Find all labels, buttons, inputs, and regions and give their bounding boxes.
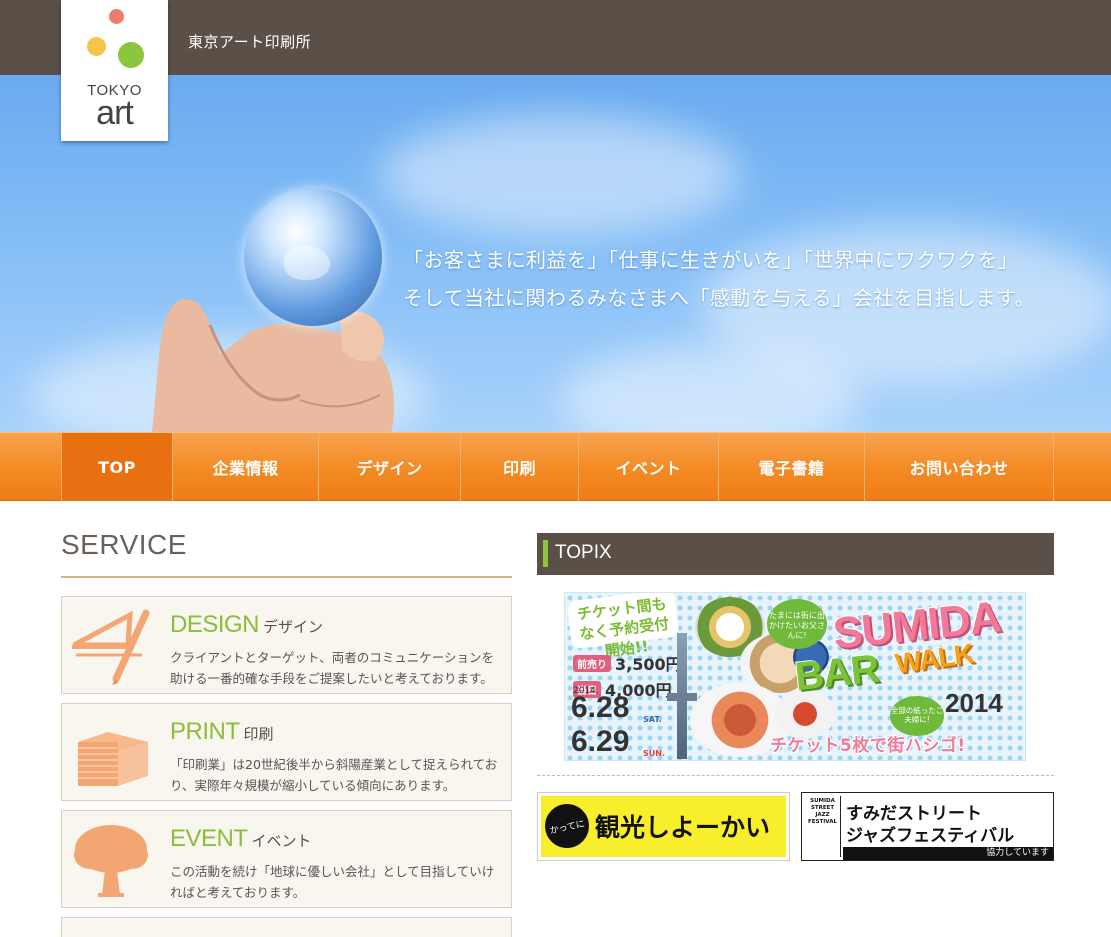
kanko-text: 観光しよーかい bbox=[595, 813, 771, 842]
service-card-title: PRINT 印刷 bbox=[170, 718, 274, 745]
nav-item-design[interactable]: デザイン bbox=[319, 433, 461, 501]
topix-header: TOPIX bbox=[537, 533, 1054, 575]
main-nav: TOP 企業情報 デザイン 印刷 イベント 電子書籍 お問い合わせ bbox=[0, 432, 1111, 501]
nav-item-top[interactable]: TOP bbox=[61, 433, 173, 501]
kanko-banner[interactable]: かってに 観光しよーかい bbox=[537, 792, 790, 861]
service-card-print[interactable]: PRINT 印刷 「印刷業」は20世紀後半から斜陽産業として捉えられており、実際年… bbox=[61, 703, 512, 801]
jazz-title-line2: ジャズフェスティバル bbox=[846, 826, 1015, 846]
jazz-side-logo: SUMIDA STREET JAZZ FESTIVAL bbox=[805, 796, 841, 857]
logo-green-dot-icon bbox=[118, 42, 144, 68]
design-tools-icon bbox=[72, 609, 150, 685]
service-divider bbox=[61, 576, 512, 578]
topix-accent-bar bbox=[543, 540, 548, 567]
paper-stack-icon bbox=[78, 732, 148, 786]
speech-bubble-2: 全部の紙ったご夫婦に! bbox=[890, 696, 944, 736]
service-card-desc: この活動を続け「地球に優しい会社」として目指していければと考えております。 bbox=[170, 864, 495, 900]
company-name: 東京アート印刷所 bbox=[188, 33, 312, 51]
jazz-footer: 協力しています bbox=[843, 847, 1053, 860]
bar-logo-text: BAR bbox=[792, 646, 881, 700]
globe-icon bbox=[244, 188, 382, 326]
cloud-icon bbox=[380, 115, 740, 235]
kanko-badge: かってに bbox=[540, 799, 594, 853]
sumida-bar-walk-banner[interactable]: チケット間もなく予約受付開始!! 前売り 3,500円 当日 4,000円 20… bbox=[564, 592, 1026, 761]
nav-item-ebook[interactable]: 電子書籍 bbox=[719, 433, 865, 501]
nav-item-print[interactable]: 印刷 bbox=[461, 433, 579, 501]
banner-tagline: チケット5枚で街ハシゴ! bbox=[770, 736, 966, 756]
logo-text-art: art bbox=[96, 94, 134, 132]
service-card-design[interactable]: DESIGN デザイン クライアントとターゲット、両者のコミュニケーションを助ける… bbox=[61, 596, 512, 694]
topix-divider bbox=[537, 775, 1054, 776]
nav-item-contact[interactable]: お問い合わせ bbox=[865, 433, 1054, 501]
hero-slogan-line1: 「お客さまに利益を」「仕事に生きがいを」「世界中にワクワクを」 bbox=[403, 248, 1019, 272]
topix-title: TOPIX bbox=[555, 542, 612, 563]
year-logo-text: 2014 bbox=[945, 688, 1003, 718]
service-card-desc: クライアントとターゲット、両者のコミュニケーションを助ける一番的確な手段をご提案… bbox=[170, 650, 495, 686]
event-date-2: 6.29 bbox=[571, 725, 630, 758]
service-card-title: EVENT イベント bbox=[170, 825, 312, 852]
service-card-desc: 「印刷業」は20世紀後半から斜陽産業として捉えられており、実際年々規模が縮小して… bbox=[170, 757, 498, 793]
event-day-1: SAT. bbox=[643, 715, 662, 724]
tree-icon bbox=[74, 825, 148, 897]
logo-red-dot-icon bbox=[109, 9, 124, 24]
event-day-2: SUN. bbox=[643, 749, 665, 758]
service-heading: SERVICE bbox=[61, 529, 187, 560]
jazz-festival-banner[interactable]: SUMIDA STREET JAZZ FESTIVAL すみだストリート ジャズ… bbox=[801, 792, 1054, 861]
service-card-partial[interactable] bbox=[61, 917, 512, 937]
presale-tag: 前売り bbox=[573, 654, 611, 672]
service-card-event[interactable]: EVENT イベント この活動を続け「地球に優しい会社」として目指していければと考… bbox=[61, 810, 512, 908]
tokyo-art-logo[interactable]: TOKYO art bbox=[61, 0, 168, 141]
nav-item-event[interactable]: イベント bbox=[579, 433, 719, 501]
event-date-1: 6.28 bbox=[571, 691, 630, 724]
hero-slogan-line2: そして当社に関わるみなさまへ「感動を与える」会社を目指します。 bbox=[403, 286, 1036, 310]
logo-yellow-dot-icon bbox=[87, 37, 106, 56]
skytree-icon bbox=[667, 633, 697, 759]
presale-price: 3,500円 bbox=[615, 655, 682, 674]
ticket-announcement: チケット間もなく予約受付開始!! bbox=[566, 593, 680, 660]
service-card-title: DESIGN デザイン bbox=[170, 611, 324, 638]
nav-item-company[interactable]: 企業情報 bbox=[173, 433, 319, 501]
speech-bubble-1: たまには街に出かけたいお父さんに! bbox=[767, 599, 827, 649]
